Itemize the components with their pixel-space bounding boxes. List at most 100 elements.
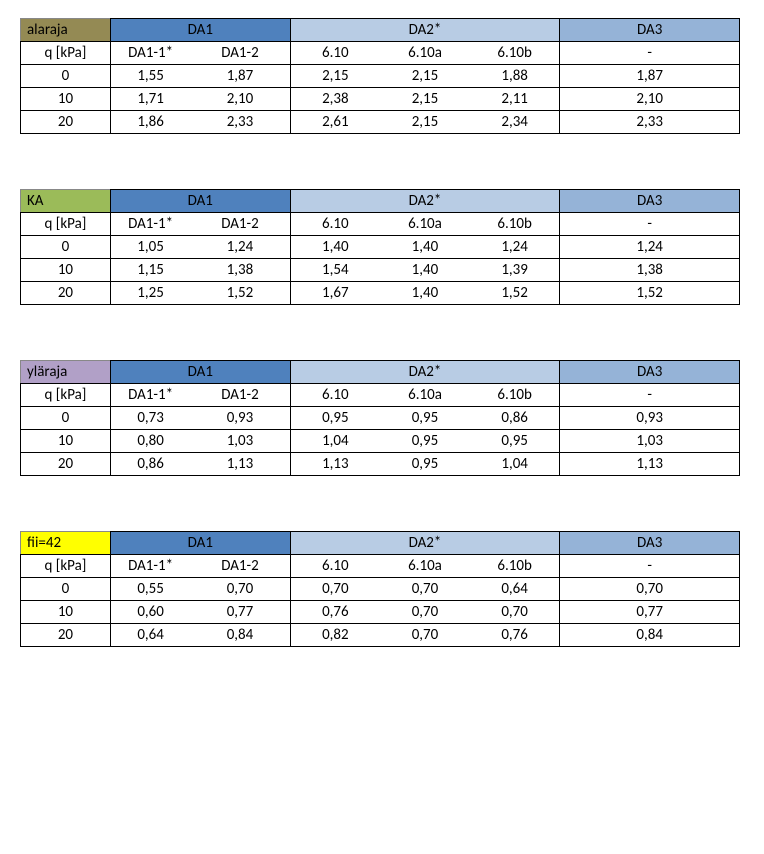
corner-label: fii=42 [21,532,111,555]
header-da2: DA2* [290,361,560,384]
cell-q: 10 [21,88,111,111]
header-610a: 6.10a [380,213,470,236]
cell-610: 1,04 [290,430,380,453]
header-row-1: ylärajaDA1DA2*DA3 [21,361,740,384]
header-da3: DA3 [560,361,740,384]
cell-da1-2: 0,77 [190,601,290,624]
header-row-2: q [kPa]DA1-1*DA1-26.106.10a6.10b- [21,213,740,236]
cell-q: 0 [21,407,111,430]
cell-da1-1: 0,73 [110,407,190,430]
header-da3-sub: - [560,555,740,578]
cell-610: 2,61 [290,111,380,134]
cell-610a: 1,40 [380,259,470,282]
table-row: 101,712,102,382,152,112,10 [21,88,740,111]
header-610: 6.10 [290,42,380,65]
corner-label: KA [21,190,111,213]
cell-da1-2: 0,70 [190,578,290,601]
header-610a: 6.10a [380,42,470,65]
cell-q: 10 [21,430,111,453]
header-da1-2: DA1-2 [190,384,290,407]
cell-610a: 0,70 [380,601,470,624]
header-da1: DA1 [110,190,290,213]
cell-610b: 0,76 [470,624,560,647]
cell-da3: 0,93 [560,407,740,430]
cell-q: 20 [21,624,111,647]
cell-610b: 1,39 [470,259,560,282]
cell-q: 0 [21,65,111,88]
cell-da3: 1,52 [560,282,740,305]
table-row: 101,151,381,541,401,391,38 [21,259,740,282]
header-da1-1: DA1-1* [110,555,190,578]
cell-q: 0 [21,236,111,259]
cell-da3: 1,13 [560,453,740,476]
cell-610: 1,67 [290,282,380,305]
cell-610a: 1,40 [380,282,470,305]
cell-da1-2: 1,87 [190,65,290,88]
cell-da1-2: 1,13 [190,453,290,476]
header-da3: DA3 [560,19,740,42]
cell-610: 0,95 [290,407,380,430]
corner-label: yläraja [21,361,111,384]
cell-da1-2: 2,33 [190,111,290,134]
cell-q: 20 [21,282,111,305]
cell-610: 1,40 [290,236,380,259]
table-row: 200,640,840,820,700,760,84 [21,624,740,647]
cell-da1-1: 0,86 [110,453,190,476]
cell-da3: 1,38 [560,259,740,282]
cell-610a: 2,15 [380,65,470,88]
header-qkpa: q [kPa] [21,384,111,407]
header-da1-2: DA1-2 [190,555,290,578]
header-610: 6.10 [290,384,380,407]
cell-610a: 2,15 [380,111,470,134]
header-610a: 6.10a [380,384,470,407]
cell-da1-2: 2,10 [190,88,290,111]
cell-610a: 0,95 [380,453,470,476]
table-row: 201,862,332,612,152,342,33 [21,111,740,134]
header-da1-1: DA1-1* [110,213,190,236]
cell-q: 20 [21,453,111,476]
tables-container: alarajaDA1DA2*DA3q [kPa]DA1-1*DA1-26.106… [20,18,744,647]
cell-610b: 0,86 [470,407,560,430]
cell-da1-1: 1,25 [110,282,190,305]
cell-610: 0,76 [290,601,380,624]
cell-da3: 1,87 [560,65,740,88]
cell-610b: 2,11 [470,88,560,111]
data-table: alarajaDA1DA2*DA3q [kPa]DA1-1*DA1-26.106… [20,18,740,134]
cell-da1-1: 1,05 [110,236,190,259]
cell-da1-2: 1,24 [190,236,290,259]
header-610b: 6.10b [470,42,560,65]
header-da1: DA1 [110,532,290,555]
header-da3-sub: - [560,384,740,407]
cell-da1-1: 0,60 [110,601,190,624]
table-row: 200,861,131,130,951,041,13 [21,453,740,476]
cell-610: 1,13 [290,453,380,476]
cell-610a: 0,70 [380,578,470,601]
table-row: 00,550,700,700,700,640,70 [21,578,740,601]
table-row: 100,600,770,760,700,700,77 [21,601,740,624]
cell-da1-1: 1,71 [110,88,190,111]
header-610b: 6.10b [470,555,560,578]
header-da1-2: DA1-2 [190,42,290,65]
table-row: 201,251,521,671,401,521,52 [21,282,740,305]
cell-da1-2: 0,84 [190,624,290,647]
cell-610b: 1,88 [470,65,560,88]
cell-610: 1,54 [290,259,380,282]
cell-da1-1: 0,80 [110,430,190,453]
cell-610b: 0,64 [470,578,560,601]
table-row: 01,051,241,401,401,241,24 [21,236,740,259]
header-qkpa: q [kPa] [21,213,111,236]
table-row: 00,730,930,950,950,860,93 [21,407,740,430]
header-610: 6.10 [290,555,380,578]
header-da3-sub: - [560,42,740,65]
cell-610a: 0,95 [380,430,470,453]
header-da1-1: DA1-1* [110,384,190,407]
header-da2: DA2* [290,19,560,42]
cell-da1-1: 0,55 [110,578,190,601]
header-da3: DA3 [560,190,740,213]
table-row: 01,551,872,152,151,881,87 [21,65,740,88]
cell-da3: 2,33 [560,111,740,134]
header-qkpa: q [kPa] [21,555,111,578]
cell-610: 2,15 [290,65,380,88]
cell-610a: 0,95 [380,407,470,430]
header-610b: 6.10b [470,213,560,236]
